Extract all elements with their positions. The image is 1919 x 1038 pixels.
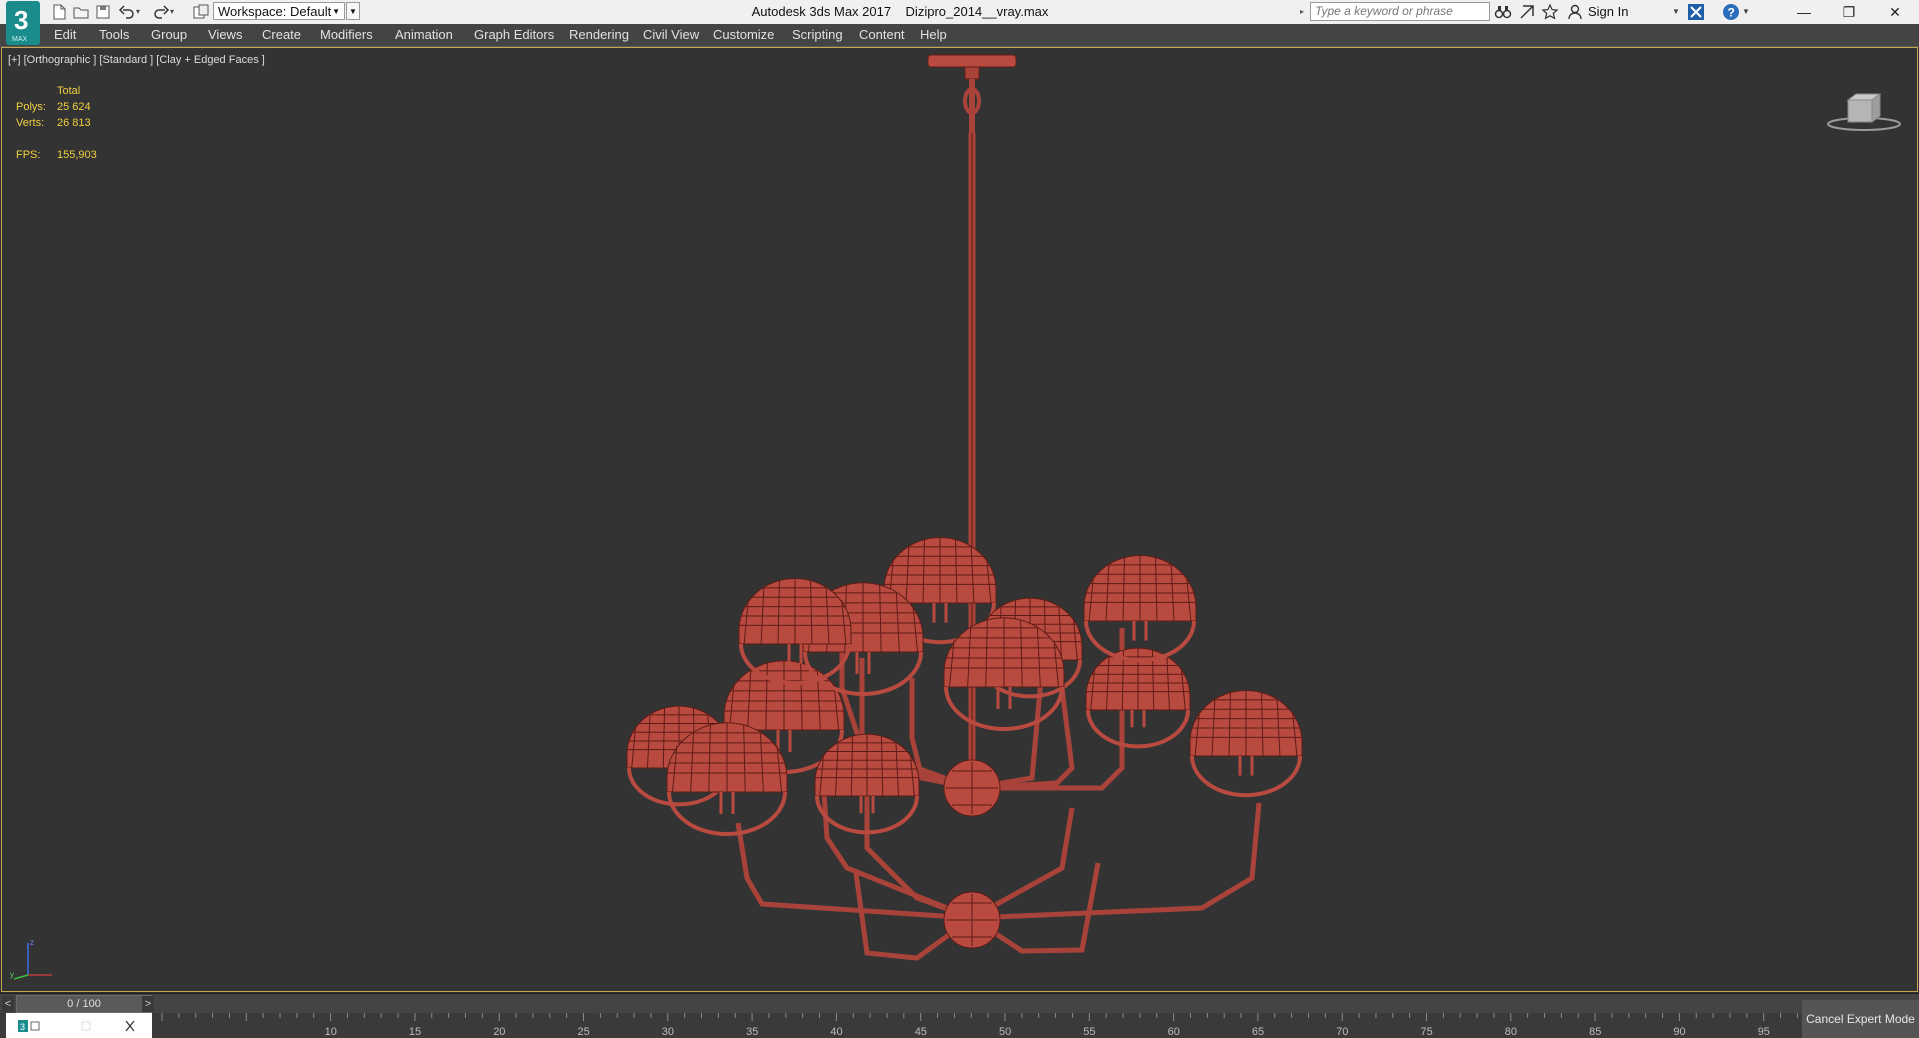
- frame-tick-label: 30: [661, 1026, 675, 1038]
- undo-dropdown-icon[interactable]: ▾: [136, 3, 144, 21]
- menu-create[interactable]: Create: [262, 24, 301, 46]
- redo-dropdown-icon[interactable]: ▾: [170, 3, 178, 21]
- frame-tick-label: 95: [1757, 1026, 1770, 1038]
- binoculars-search-icon[interactable]: [1494, 3, 1512, 21]
- menu-content[interactable]: Content: [859, 24, 905, 46]
- app-title: Autodesk 3ds Max 2017: [751, 4, 892, 19]
- communication-center-icon[interactable]: [1518, 3, 1536, 21]
- time-slider-thumb[interactable]: 0 / 100: [16, 995, 152, 1013]
- cancel-expert-mode-button[interactable]: Cancel Expert Mode: [1802, 1000, 1919, 1038]
- frame-tick-label: 15: [408, 1026, 422, 1038]
- frame-tick-label: 40: [830, 1026, 843, 1038]
- viewport-label-menu[interactable]: [+] [Orthographic ] [Standard ] [Clay + …: [8, 54, 265, 66]
- stats-fps-value: 155,903: [57, 149, 97, 161]
- frame-tick-label: 70: [1336, 1026, 1349, 1038]
- chandelier-globe: [1085, 647, 1191, 749]
- sign-in-link[interactable]: Sign In: [1588, 0, 1628, 24]
- frame-tick-label: 50: [999, 1026, 1012, 1038]
- frame-tick-label: 55: [1083, 1026, 1096, 1038]
- viewcube-icon[interactable]: [1824, 78, 1904, 138]
- stats-total-label: Total: [57, 85, 81, 97]
- help-icon[interactable]: ?: [1722, 3, 1740, 21]
- menu-customize[interactable]: Customize: [713, 24, 774, 46]
- menu-help[interactable]: Help: [920, 24, 947, 46]
- save-file-icon[interactable]: [94, 3, 112, 21]
- menu-rendering[interactable]: Rendering: [569, 24, 629, 46]
- svg-text:y: y: [10, 970, 14, 979]
- stats-polys-value: 25 624: [57, 101, 91, 113]
- svg-text:3: 3: [20, 1022, 25, 1032]
- frame-tick-label: 85: [1589, 1026, 1602, 1038]
- menu-views[interactable]: Views: [208, 24, 242, 46]
- stats-verts-label: Verts:: [16, 117, 45, 129]
- frame-tick-label: 75: [1420, 1026, 1433, 1038]
- menu-bar: Edit Tools Group Views Create Modifiers …: [0, 24, 1919, 47]
- redo-icon[interactable]: [152, 3, 170, 21]
- user-account-icon[interactable]: [1566, 3, 1584, 21]
- app-logo-icon[interactable]: 3 MAX: [6, 1, 40, 45]
- frame-tick-label: 20: [493, 1026, 506, 1038]
- menu-scripting[interactable]: Scripting: [792, 24, 843, 46]
- chandelier-model[interactable]: [562, 48, 1362, 993]
- time-slider-next-button[interactable]: >: [142, 996, 154, 1012]
- favorites-star-icon[interactable]: [1541, 3, 1559, 21]
- restore-icon[interactable]: ❐: [1826, 0, 1872, 24]
- stats-fps-label: FPS:: [16, 149, 41, 161]
- menu-edit[interactable]: Edit: [54, 24, 76, 46]
- track-bar[interactable]: 3 10152025303540455055606570758085909510…: [0, 1013, 1919, 1038]
- search-input[interactable]: Type a keyword or phrase: [1310, 2, 1490, 21]
- frame-tick-label: 10: [324, 1026, 337, 1038]
- frame-ruler[interactable]: [152, 1013, 1802, 1038]
- workspace-dropdown[interactable]: Workspace: Default ▼: [213, 2, 345, 20]
- frame-tick-label: 45: [914, 1026, 927, 1038]
- menu-group[interactable]: Group: [151, 24, 187, 46]
- time-slider[interactable]: < 0 / 100 >: [0, 993, 1919, 1014]
- viewport[interactable]: [+] [Orthographic ] [Standard ] [Clay + …: [1, 47, 1918, 992]
- new-file-icon[interactable]: [50, 3, 68, 21]
- axis-tripod-icon: z y: [8, 933, 56, 981]
- frame-tick-label: 25: [577, 1026, 590, 1038]
- project-folder-icon[interactable]: [192, 3, 210, 21]
- svg-text:?: ?: [1728, 6, 1735, 20]
- close-icon[interactable]: ✕: [1872, 0, 1918, 24]
- menu-animation[interactable]: Animation: [395, 24, 453, 46]
- sign-in-dropdown-icon[interactable]: ▼: [1672, 0, 1680, 24]
- chandelier-globe: [666, 722, 788, 836]
- frame-tick-label: 60: [1167, 1026, 1180, 1038]
- menu-modifiers[interactable]: Modifiers: [320, 24, 373, 46]
- undo-icon[interactable]: [118, 3, 136, 21]
- menu-graph-editors[interactable]: Graph Editors: [474, 24, 554, 46]
- quick-access-customize-icon[interactable]: ▼: [346, 2, 360, 20]
- open-file-icon[interactable]: [72, 3, 90, 21]
- chandelier-globe: [1189, 690, 1303, 798]
- title-bar: 3 MAX ▾ ▾ Workspace: Default ▼ ▼ Autodes…: [0, 0, 1919, 45]
- file-name: Dizipro_2014__vray.max: [905, 4, 1049, 19]
- minimize-icon[interactable]: —: [1781, 0, 1827, 24]
- svg-text:z: z: [30, 938, 34, 947]
- chevron-down-icon: ▼: [332, 7, 340, 16]
- help-dropdown-icon[interactable]: ▼: [1742, 3, 1750, 21]
- autodesk-exchange-icon[interactable]: [1687, 3, 1705, 21]
- chandelier-globe: [943, 617, 1065, 731]
- maxscript-mini-listener[interactable]: 3: [6, 1013, 152, 1038]
- frame-tick-label: 35: [746, 1026, 759, 1038]
- infocenter-toggle-icon[interactable]: ▸: [1300, 3, 1308, 21]
- frame-tick-label: 90: [1673, 1026, 1686, 1038]
- svg-text:MAX: MAX: [12, 36, 28, 43]
- menu-tools[interactable]: Tools: [99, 24, 129, 46]
- frame-tick-label: 80: [1504, 1026, 1518, 1038]
- frame-tick-label: 65: [1251, 1026, 1265, 1038]
- stats-verts-value: 26 813: [57, 117, 91, 129]
- menu-civil-view[interactable]: Civil View: [643, 24, 699, 46]
- window-title: Autodesk 3ds Max 2017 Dizipro_2014__vray…: [620, 0, 1180, 24]
- workspace-label: Workspace: Default: [218, 4, 332, 19]
- stats-polys-label: Polys:: [16, 101, 46, 113]
- svg-text:3: 3: [14, 5, 28, 35]
- chandelier-globe: [1083, 555, 1197, 663]
- time-slider-prev-button[interactable]: <: [2, 996, 14, 1012]
